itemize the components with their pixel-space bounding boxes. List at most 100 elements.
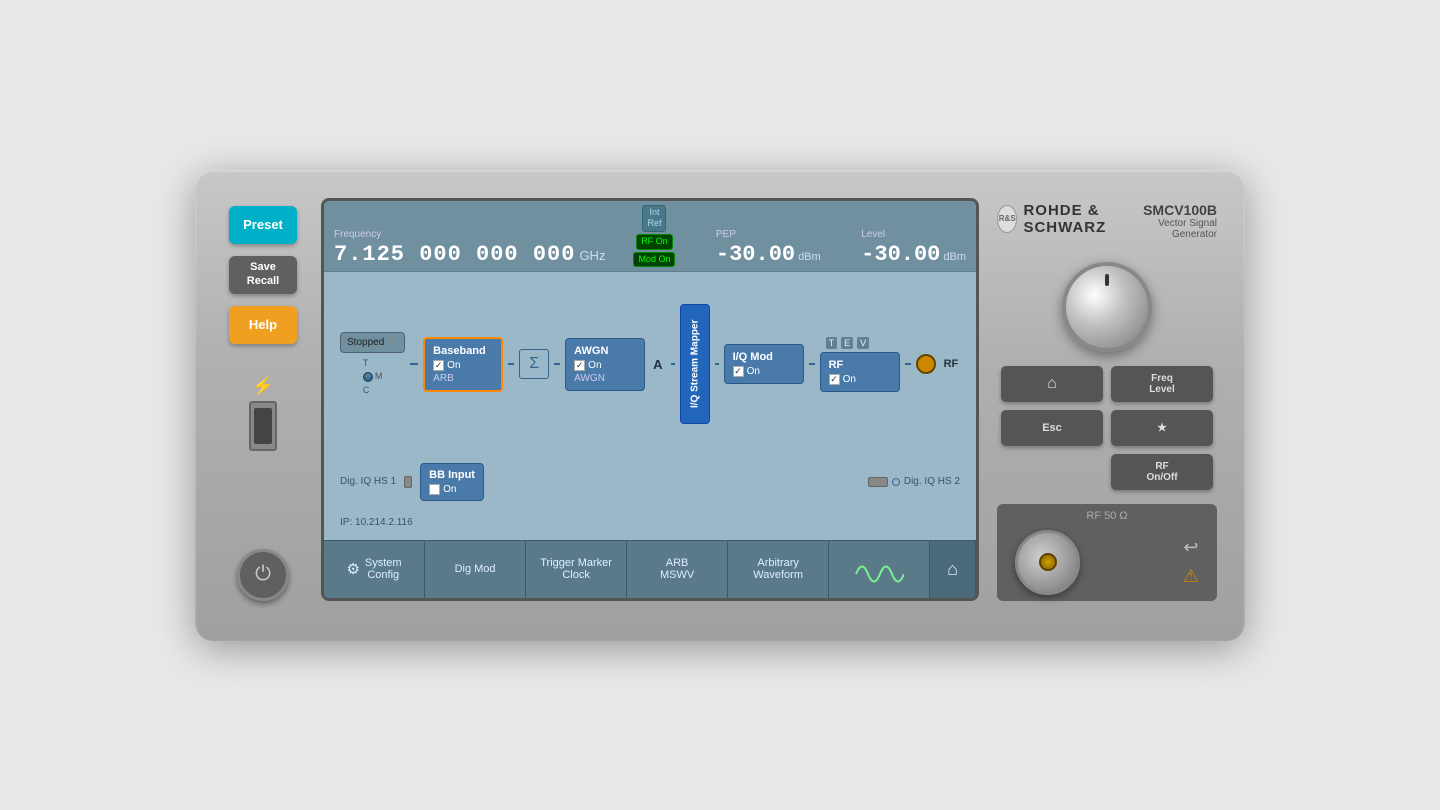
bb-input-on-row: On: [429, 484, 475, 495]
rf-title: RF: [829, 359, 891, 371]
baseband-title: Baseband: [433, 345, 493, 357]
connector-2: [508, 363, 514, 365]
star-button[interactable]: ★: [1111, 410, 1213, 446]
dig-iq-hs2-circle: [892, 478, 900, 486]
level-section: Level -30.00 dBm: [861, 229, 966, 267]
rf-block[interactable]: RF On: [820, 352, 900, 392]
connector-4: [671, 363, 675, 365]
model-group: SMCV100B Vector Signal Generator: [1140, 202, 1217, 240]
screen: Frequency 7.125 000 000 000 GHz Int Ref …: [324, 201, 976, 598]
rf-on-row: On: [829, 374, 891, 385]
warning-icon: ⚠: [1183, 566, 1199, 587]
model-subtitle: Vector Signal Generator: [1140, 218, 1217, 240]
tmc-c: C: [363, 384, 383, 398]
freq-level-button[interactable]: Freq Level: [1111, 366, 1213, 402]
bb-input-checkbox[interactable]: [429, 484, 440, 495]
dig-iq-hs2-group: Dig. IQ HS 2: [868, 476, 960, 487]
stream-mapper-block: I/Q Stream Mapper: [680, 304, 710, 424]
save-recall-button[interactable]: Save Recall: [229, 256, 297, 294]
rf-connector-inner: [1039, 553, 1057, 571]
ip-address: IP: 10.214.2.116: [340, 517, 960, 528]
tab-arb-mswv[interactable]: ARB MSWV: [627, 541, 728, 598]
pep-unit: dBm: [798, 251, 821, 263]
baseband-block[interactable]: Baseband On ARB: [423, 337, 503, 392]
baseband-checkbox[interactable]: [433, 360, 444, 371]
home-button[interactable]: ⌂: [1001, 366, 1103, 402]
help-button[interactable]: Help: [229, 306, 297, 344]
tab-arbitrary-waveform[interactable]: Arbitrary Waveform: [728, 541, 829, 598]
signal-chain: Stopped ▼ T ○M C: [340, 284, 960, 444]
dig-iq-hs2-connector: [868, 477, 888, 487]
tmc-t: T: [363, 357, 383, 371]
iq-mod-on-row: On: [733, 366, 795, 377]
tab-arb-mswv-label: ARB MSWV: [660, 557, 694, 581]
brand-logo-text: R&S: [999, 214, 1016, 223]
connector-3: [554, 363, 560, 365]
model-name: SMCV100B: [1143, 202, 1217, 218]
tab-system-config[interactable]: ⚙ System Config: [324, 541, 425, 598]
right-panel: R&S ROHDE & SCHWARZ SMCV100B Vector Sign…: [997, 198, 1217, 601]
bb-input-block[interactable]: BB Input On: [420, 463, 484, 501]
home-button-icon: ⌂: [1047, 375, 1057, 393]
connector-1: [410, 363, 418, 365]
rf-section: RF 50 Ω ↩ ⚠: [997, 504, 1217, 601]
preset-button[interactable]: Preset: [229, 206, 297, 244]
left-panel: Preset Save Recall Help ⚡ ⏻: [223, 198, 303, 601]
int-ref-indicator: Int Ref: [642, 205, 666, 232]
connector-5: [715, 363, 719, 365]
tmc-group: T ○M C: [363, 357, 383, 398]
level-unit: dBm: [943, 251, 966, 263]
tab-home[interactable]: ⌂: [930, 541, 976, 598]
bb-input-title: BB Input: [429, 469, 475, 481]
brand-name: ROHDE & SCHWARZ: [1023, 202, 1140, 236]
indicators-group: Int Ref RF On Mod On: [633, 205, 675, 268]
rf-connector-area: ↩ ⚠: [1007, 530, 1207, 595]
home-icon: ⌂: [947, 559, 958, 580]
main-knob[interactable]: [1062, 262, 1152, 352]
star-icon: ★: [1157, 421, 1167, 434]
a-label: A: [650, 357, 665, 372]
sigma-block: Σ: [519, 349, 549, 379]
rf-output-label: RF: [944, 358, 959, 370]
tev-row: T E V: [820, 337, 900, 349]
controls-grid: ⌂ Freq Level Esc ★ RF On/Off: [997, 366, 1217, 490]
tab-waveform-icon[interactable]: [829, 541, 930, 598]
rf-checkbox[interactable]: [829, 374, 840, 385]
pep-label: PEP: [716, 229, 821, 240]
level-label: Level: [861, 229, 966, 240]
iq-mod-block[interactable]: I/Q Mod On: [724, 344, 804, 384]
rf-impedance-label: RF 50 Ω: [1007, 510, 1207, 522]
frequency-label: Frequency: [334, 229, 605, 240]
tab-system-config-label: System Config: [365, 557, 402, 581]
awgn-checkbox[interactable]: [574, 360, 585, 371]
brand-group: R&S ROHDE & SCHWARZ: [997, 202, 1140, 236]
rf-on-off-button[interactable]: RF On/Off: [1111, 454, 1213, 490]
usb-port[interactable]: [249, 401, 277, 451]
usb-area: ⚡: [249, 376, 277, 451]
stopped-block[interactable]: Stopped ▼: [340, 332, 405, 353]
connector-6: [809, 363, 815, 365]
instrument-body: Preset Save Recall Help ⚡ ⏻ Frequency 7.…: [195, 170, 1245, 641]
esc-button[interactable]: Esc: [1001, 410, 1103, 446]
power-button[interactable]: ⏻: [237, 549, 289, 601]
knob-row: [997, 258, 1217, 356]
tab-dig-mod[interactable]: Dig Mod: [425, 541, 526, 598]
tev-v: V: [857, 337, 869, 349]
top-bar: Frequency 7.125 000 000 000 GHz Int Ref …: [324, 201, 976, 273]
power-icon: ⏻: [255, 563, 271, 586]
rf-right-icons: ↩ ⚠: [1183, 537, 1199, 587]
frequency-section: Frequency 7.125 000 000 000 GHz: [334, 229, 605, 267]
connector-7: [905, 363, 911, 365]
tab-arbitrary-waveform-label: Arbitrary Waveform: [753, 557, 803, 581]
iq-mod-checkbox[interactable]: [733, 366, 744, 377]
dropdown-arrow: ▼: [388, 337, 398, 348]
dig-iq-hs1-label: Dig. IQ HS 1: [340, 476, 396, 487]
pep-value: -30.00: [716, 242, 795, 267]
rf-dot: [916, 354, 936, 374]
rf-connector[interactable]: [1015, 530, 1080, 595]
tab-trigger-marker-clock[interactable]: Trigger Marker Clock: [526, 541, 627, 598]
mod-on-indicator: Mod On: [633, 252, 675, 268]
bottom-tabs: ⚙ System Config Dig Mod Trigger Marker C…: [324, 540, 976, 598]
brand-logo: R&S: [997, 205, 1017, 233]
awgn-block[interactable]: AWGN On AWGN: [565, 338, 645, 391]
